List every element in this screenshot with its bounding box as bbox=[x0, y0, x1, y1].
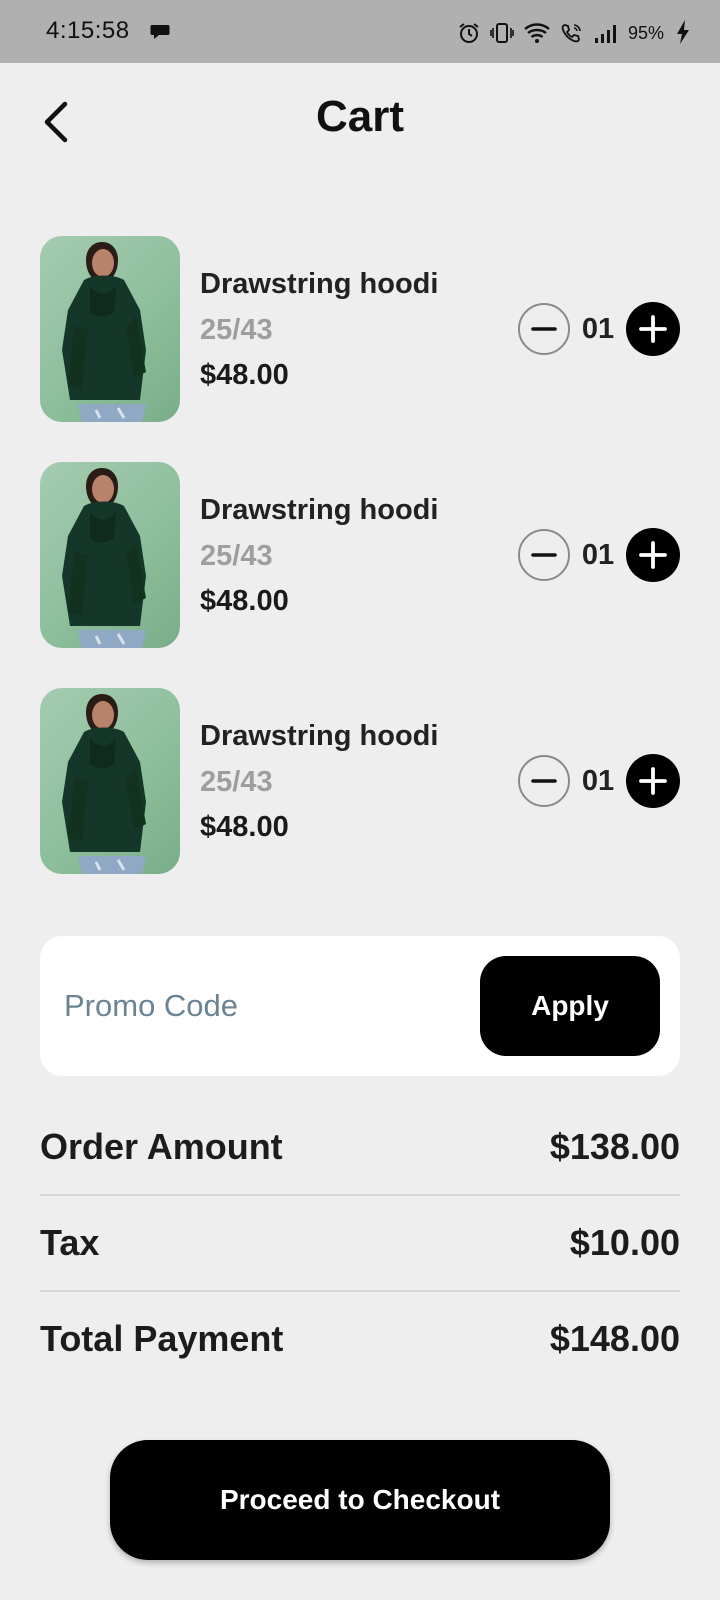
order-amount-value: $138.00 bbox=[549, 1126, 680, 1167]
minus-icon bbox=[531, 327, 557, 331]
increase-quantity-button[interactable] bbox=[626, 528, 680, 582]
cart-item: Drawstring hoodi 25/43 $48.00 01 bbox=[40, 236, 680, 422]
order-amount-label: Order Amount bbox=[40, 1126, 283, 1167]
tax-value: $10.00 bbox=[569, 1222, 680, 1263]
item-price: $48.00 bbox=[200, 359, 289, 391]
status-bar: 4:15:58 95% bbox=[0, 0, 720, 63]
product-image[interactable] bbox=[40, 236, 180, 422]
promo-code-card: Apply bbox=[40, 936, 680, 1076]
quantity-value: 01 bbox=[581, 764, 615, 797]
increase-quantity-button[interactable] bbox=[626, 754, 680, 808]
page-title: Cart bbox=[315, 92, 405, 141]
vibrate-icon bbox=[490, 23, 514, 43]
quantity-stepper: 01 bbox=[518, 754, 680, 808]
cart-list: Drawstring hoodi 25/43 $48.00 01 Drawstr… bbox=[40, 236, 680, 874]
quantity-value: 01 bbox=[581, 312, 615, 345]
status-time: 4:15:58 bbox=[46, 17, 130, 44]
item-size: 25/43 bbox=[200, 766, 273, 798]
item-name: Drawstring hoodi bbox=[200, 720, 439, 752]
plus-icon bbox=[639, 767, 667, 795]
item-price: $48.00 bbox=[200, 811, 289, 843]
total-payment-row: Total Payment $148.00 bbox=[40, 1292, 680, 1386]
quantity-value: 01 bbox=[581, 538, 615, 571]
alarm-icon bbox=[459, 23, 479, 43]
minus-icon bbox=[531, 779, 557, 783]
quantity-stepper: 01 bbox=[518, 528, 680, 582]
signal-icon bbox=[594, 25, 616, 43]
tax-label: Tax bbox=[40, 1222, 100, 1263]
battery-percent: 95% bbox=[627, 22, 664, 43]
hoodie-model-image bbox=[62, 468, 146, 648]
item-name: Drawstring hoodi bbox=[200, 494, 439, 526]
plus-icon bbox=[639, 541, 667, 569]
wifi-call-icon bbox=[561, 24, 581, 43]
hoodie-model-image bbox=[62, 242, 146, 422]
quantity-stepper: 01 bbox=[518, 302, 680, 356]
item-size: 25/43 bbox=[200, 314, 273, 346]
decrease-quantity-button[interactable] bbox=[518, 303, 570, 355]
charging-bolt-icon bbox=[677, 20, 689, 44]
item-size: 25/43 bbox=[200, 540, 273, 572]
order-summary: Order Amount $138.00 Tax $10.00 Total Pa… bbox=[40, 1100, 680, 1386]
plus-icon bbox=[639, 315, 667, 343]
chat-bubble-icon bbox=[150, 25, 170, 39]
minus-icon bbox=[531, 553, 557, 557]
tax-row: Tax $10.00 bbox=[40, 1196, 680, 1290]
cart-item: Drawstring hoodi 25/43 $48.00 01 bbox=[40, 462, 680, 648]
product-image[interactable] bbox=[40, 462, 180, 648]
cart-item: Drawstring hoodi 25/43 $48.00 01 bbox=[40, 688, 680, 874]
promo-code-input[interactable] bbox=[64, 976, 464, 1036]
item-price: $48.00 bbox=[200, 585, 289, 617]
status-icons: 95% bbox=[458, 20, 664, 46]
hoodie-model-image bbox=[62, 694, 146, 874]
total-payment-value: $148.00 bbox=[549, 1318, 680, 1359]
total-payment-label: Total Payment bbox=[40, 1318, 284, 1359]
increase-quantity-button[interactable] bbox=[626, 302, 680, 356]
wifi-icon bbox=[524, 23, 550, 43]
item-name: Drawstring hoodi bbox=[200, 268, 439, 300]
decrease-quantity-button[interactable] bbox=[518, 755, 570, 807]
order-amount-row: Order Amount $138.00 bbox=[40, 1100, 680, 1194]
apply-promo-button[interactable]: Apply bbox=[480, 956, 660, 1056]
proceed-to-checkout-button[interactable]: Proceed to Checkout bbox=[110, 1440, 610, 1560]
product-image[interactable] bbox=[40, 688, 180, 874]
decrease-quantity-button[interactable] bbox=[518, 529, 570, 581]
